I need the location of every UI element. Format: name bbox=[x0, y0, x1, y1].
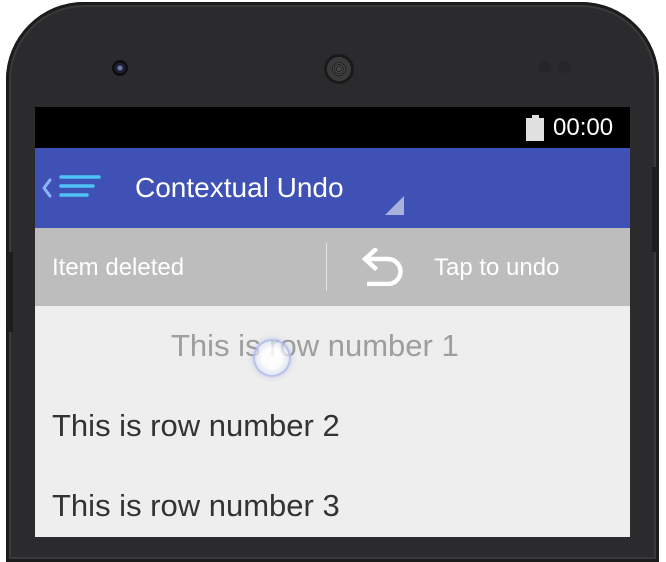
list-item[interactable]: This is row number 1 bbox=[35, 306, 630, 386]
proximity-sensor bbox=[539, 61, 551, 73]
menu-lines-icon bbox=[59, 175, 101, 197]
list-item[interactable]: This is row number 3 bbox=[35, 466, 630, 537]
light-sensor bbox=[559, 61, 571, 73]
chevron-left-icon bbox=[42, 178, 52, 198]
app-bar: Contextual Undo bbox=[35, 148, 630, 228]
volume-button bbox=[6, 252, 13, 332]
undo-button[interactable]: Tap to undo bbox=[327, 228, 630, 306]
list-item-text: This is row number 1 bbox=[171, 328, 459, 363]
undo-action-label: Tap to undo bbox=[434, 254, 560, 281]
front-camera bbox=[112, 60, 128, 76]
undo-bar: Item deleted Tap to undo bbox=[35, 228, 630, 306]
list-item-text: This is row number 3 bbox=[52, 488, 340, 523]
spinner-dropdown-triangle-icon bbox=[385, 196, 404, 215]
list-item-text: This is row number 2 bbox=[52, 408, 340, 443]
status-bar: 00:00 bbox=[35, 107, 630, 148]
app-title-spinner[interactable]: Contextual Undo bbox=[135, 170, 344, 206]
status-time: 00:00 bbox=[553, 114, 614, 141]
earpiece-speaker bbox=[324, 54, 354, 84]
undo-arrow-icon bbox=[361, 248, 403, 286]
undo-message: Item deleted bbox=[52, 254, 185, 281]
battery-full-icon bbox=[526, 115, 544, 141]
touch-indicator bbox=[253, 339, 291, 377]
navigation-up-button[interactable] bbox=[41, 172, 105, 204]
power-button bbox=[652, 167, 659, 252]
screen: 00:00 Contextual Undo Item deleted Tap t… bbox=[35, 107, 630, 537]
list: This is row number 1 This is row number … bbox=[35, 306, 630, 537]
list-item[interactable]: This is row number 2 bbox=[35, 386, 630, 466]
